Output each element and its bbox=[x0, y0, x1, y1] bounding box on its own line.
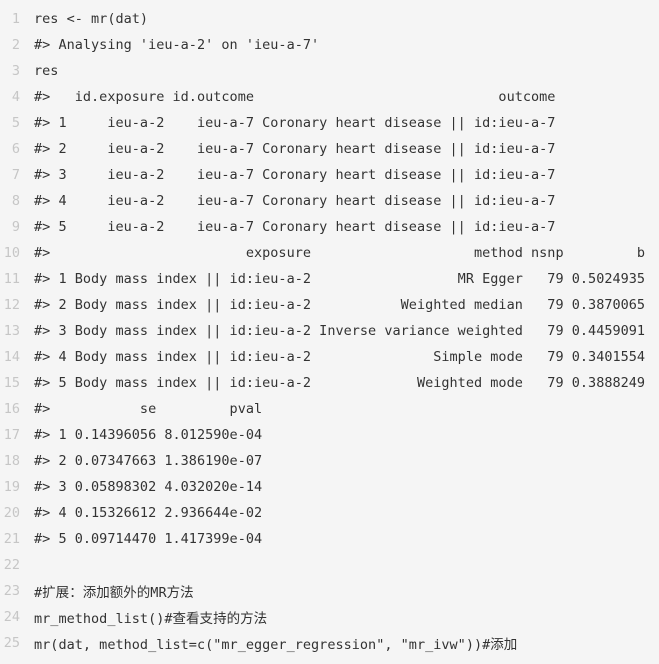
line-code: res <- mr(dat) bbox=[34, 11, 149, 27]
code-line: 3 res bbox=[0, 58, 659, 84]
line-code: #> Analysing 'ieu-a-2' on 'ieu-a-7' bbox=[34, 37, 320, 53]
line-number: 25 bbox=[3, 635, 20, 651]
line-number: 24 bbox=[3, 609, 20, 625]
line-code: #> 4 ieu-a-2 ieu-a-7 Coronary heart dise… bbox=[34, 193, 556, 209]
code-line: 14 #> 4 Body mass index || id:ieu-a-2 Si… bbox=[0, 344, 659, 370]
line-number: 4 bbox=[11, 89, 20, 105]
line-number: 11 bbox=[3, 271, 20, 287]
line-number: 15 bbox=[3, 375, 20, 391]
line-number: 12 bbox=[3, 297, 20, 313]
line-number: 23 bbox=[3, 583, 20, 599]
line-number: 20 bbox=[3, 505, 20, 521]
line-code: #> 3 Body mass index || id:ieu-a-2 Inver… bbox=[34, 323, 646, 339]
code-line: 4 #> id.exposure id.outcome outcome bbox=[0, 84, 659, 110]
code-line: 2 #> Analysing 'ieu-a-2' on 'ieu-a-7' bbox=[0, 32, 659, 58]
line-number: 22 bbox=[3, 557, 20, 573]
code-line: 12 #> 2 Body mass index || id:ieu-a-2 We… bbox=[0, 292, 659, 318]
line-code: #> 2 Body mass index || id:ieu-a-2 Weigh… bbox=[34, 297, 646, 313]
line-code: #> 5 ieu-a-2 ieu-a-7 Coronary heart dise… bbox=[34, 219, 556, 235]
code-line: 11 #> 1 Body mass index || id:ieu-a-2 MR… bbox=[0, 266, 659, 292]
line-number: 19 bbox=[3, 479, 20, 495]
line-code: #> 4 0.15326612 2.936644e-02 bbox=[34, 505, 263, 521]
code-line: 24 mr_method_list()#查看支持的方法 bbox=[0, 604, 659, 630]
code-line: 7 #> 3 ieu-a-2 ieu-a-7 Coronary heart di… bbox=[0, 162, 659, 188]
line-code: #> 1 0.14396056 8.012590e-04 bbox=[34, 427, 263, 443]
code-line: 25 mr(dat, method_list=c("mr_egger_regre… bbox=[0, 630, 659, 656]
line-code: #> 5 0.09714470 1.417399e-04 bbox=[34, 531, 263, 547]
line-number: 21 bbox=[3, 531, 20, 547]
code-line: 20 #> 4 0.15326612 2.936644e-02 bbox=[0, 500, 659, 526]
code-line: 1 res <- mr(dat) bbox=[0, 6, 659, 32]
line-number: 8 bbox=[11, 193, 20, 209]
line-code: #> 3 0.05898302 4.032020e-14 bbox=[34, 479, 263, 495]
line-number: 5 bbox=[11, 115, 20, 131]
line-number: 6 bbox=[11, 141, 20, 157]
line-number: 2 bbox=[11, 37, 20, 53]
line-code: mr(dat, method_list=c("mr_egger_regressi… bbox=[34, 637, 518, 653]
code-line: 8 #> 4 ieu-a-2 ieu-a-7 Coronary heart di… bbox=[0, 188, 659, 214]
line-code: res bbox=[34, 63, 59, 79]
code-line: 5 #> 1 ieu-a-2 ieu-a-7 Coronary heart di… bbox=[0, 110, 659, 136]
line-number: 14 bbox=[3, 349, 20, 365]
line-number: 13 bbox=[3, 323, 20, 339]
code-block: 1 res <- mr(dat) 2 #> Analysing 'ieu-a-2… bbox=[0, 0, 659, 664]
line-code: #> 1 Body mass index || id:ieu-a-2 MR Eg… bbox=[34, 271, 646, 287]
line-code: #> 4 Body mass index || id:ieu-a-2 Simpl… bbox=[34, 349, 646, 365]
code-line: 16 #> se pval bbox=[0, 396, 659, 422]
code-line: 22 bbox=[0, 552, 659, 578]
line-code: #> 3 ieu-a-2 ieu-a-7 Coronary heart dise… bbox=[34, 167, 556, 183]
line-number: 3 bbox=[11, 63, 20, 79]
line-code: #> 2 ieu-a-2 ieu-a-7 Coronary heart dise… bbox=[34, 141, 556, 157]
line-number: 10 bbox=[3, 245, 20, 261]
line-number: 7 bbox=[11, 167, 20, 183]
line-number: 16 bbox=[3, 401, 20, 417]
line-number: 17 bbox=[3, 427, 20, 443]
code-line: 17 #> 1 0.14396056 8.012590e-04 bbox=[0, 422, 659, 448]
line-number: 9 bbox=[11, 219, 20, 235]
line-code: #> 5 Body mass index || id:ieu-a-2 Weigh… bbox=[34, 375, 646, 391]
line-code: #> id.exposure id.outcome outcome bbox=[34, 89, 556, 105]
code-line: 19 #> 3 0.05898302 4.032020e-14 bbox=[0, 474, 659, 500]
code-line: 23 #扩展：添加额外的MR方法 bbox=[0, 578, 659, 604]
line-number: 1 bbox=[11, 11, 20, 27]
code-line: 13 #> 3 Body mass index || id:ieu-a-2 In… bbox=[0, 318, 659, 344]
line-code: #> 1 ieu-a-2 ieu-a-7 Coronary heart dise… bbox=[34, 115, 556, 131]
code-line: 21 #> 5 0.09714470 1.417399e-04 bbox=[0, 526, 659, 552]
line-code: #> 2 0.07347663 1.386190e-07 bbox=[34, 453, 263, 469]
line-code: #扩展：添加额外的MR方法 bbox=[34, 585, 194, 601]
code-line: 15 #> 5 Body mass index || id:ieu-a-2 We… bbox=[0, 370, 659, 396]
code-line: 18 #> 2 0.07347663 1.386190e-07 bbox=[0, 448, 659, 474]
line-code: #> se pval bbox=[34, 401, 263, 417]
line-code: mr_method_list()#查看支持的方法 bbox=[34, 611, 268, 627]
code-line: 9 #> 5 ieu-a-2 ieu-a-7 Coronary heart di… bbox=[0, 214, 659, 240]
code-line: 10 #> exposure method nsnp b bbox=[0, 240, 659, 266]
line-code: #> exposure method nsnp b bbox=[34, 245, 646, 261]
code-line: 6 #> 2 ieu-a-2 ieu-a-7 Coronary heart di… bbox=[0, 136, 659, 162]
line-number: 18 bbox=[3, 453, 20, 469]
